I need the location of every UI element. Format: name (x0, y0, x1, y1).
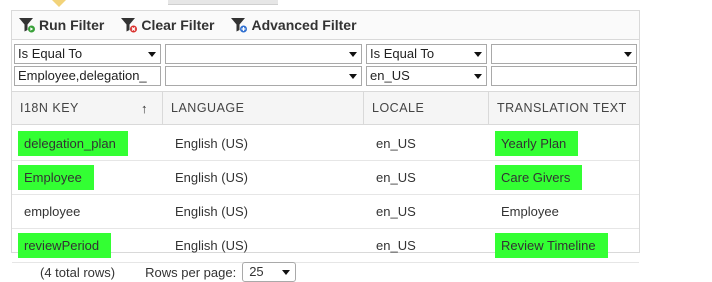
chevron-down-icon (148, 52, 156, 57)
language-value-cell (163, 66, 364, 86)
translation-filter-input[interactable] (491, 66, 637, 86)
translation-operator-cell (489, 44, 639, 64)
column-header-row: I18N KEY ↑ LANGUAGE LOCALE TRANSLATION T… (12, 91, 639, 125)
filter-operator-row: Is Equal To Is Equal To (12, 43, 639, 65)
key-operator-cell: Is Equal To (12, 44, 163, 64)
chevron-down-icon (474, 74, 482, 79)
rows-per-page-select[interactable]: 25 (242, 262, 297, 282)
column-header-locale[interactable]: LOCALE (364, 92, 489, 124)
translation-operator-select[interactable] (491, 44, 637, 64)
locale-value-cell: en_US (364, 66, 489, 86)
top-pointer-marker (52, 0, 66, 7)
top-tab-remnant (168, 0, 278, 5)
clear-filter-label: Clear Filter (141, 17, 215, 33)
filter-toolbar: Run Filter Clear Filter Advanced Filter (12, 11, 639, 40)
translation-cell: Employee (501, 204, 559, 219)
locale-operator-select[interactable]: Is Equal To (366, 44, 487, 64)
language-operator-cell (163, 44, 364, 64)
locale-cell: en_US (376, 204, 416, 219)
key-cell: reviewPeriod (12, 229, 163, 262)
key-cell: delegation_plan (12, 127, 163, 160)
column-header-key[interactable]: I18N KEY ↑ (12, 92, 163, 124)
translation-cell: Care Givers (489, 161, 639, 194)
run-filter-label: Run Filter (39, 17, 105, 33)
advanced-filter-label: Advanced Filter (251, 17, 357, 33)
sort-ascending-icon[interactable]: ↑ (141, 101, 148, 116)
filter-value-row: Employee,delegation_ en_US (12, 65, 639, 87)
clear-filter-button[interactable]: Clear Filter (120, 17, 214, 33)
highlighted-key: reviewPeriod (18, 233, 112, 258)
locale-cell: en_US (376, 136, 416, 151)
table-row[interactable]: reviewPeriod English (US) en_US Review T… (12, 229, 639, 263)
language-cell: English (US) (175, 136, 248, 151)
locale-cell: en_US (376, 238, 416, 253)
translation-cell: Review Timeline (489, 229, 639, 262)
highlighted-key: delegation_plan (18, 131, 128, 156)
key-filter-input[interactable]: Employee,delegation_ (14, 66, 161, 86)
chevron-down-icon (624, 52, 632, 57)
table-row[interactable]: delegation_plan English (US) en_US Yearl… (12, 127, 639, 161)
locale-operator-cell: Is Equal To (364, 44, 489, 64)
chevron-down-icon (474, 52, 482, 57)
key-value-cell: Employee,delegation_ (12, 66, 163, 86)
chevron-down-icon (282, 270, 291, 275)
language-operator-select[interactable] (165, 44, 362, 64)
funnel-clear-icon (121, 18, 138, 33)
column-header-language[interactable]: LANGUAGE (163, 92, 364, 124)
highlighted-translation: Care Givers (495, 165, 583, 190)
language-filter-select[interactable] (165, 66, 362, 86)
highlighted-translation: Yearly Plan (495, 131, 579, 156)
highlighted-key: Employee (18, 165, 94, 190)
chevron-down-icon (349, 74, 357, 79)
language-cell: English (US) (175, 170, 248, 185)
rows-per-page-label: Rows per page: (145, 264, 237, 280)
run-filter-button[interactable]: Run Filter (18, 17, 104, 33)
advanced-filter-button[interactable]: Advanced Filter (230, 17, 357, 33)
translation-grid: Run Filter Clear Filter Advanced Filter … (11, 10, 640, 263)
table-row[interactable]: Employee English (US) en_US Care Givers (12, 161, 639, 195)
locale-filter-select[interactable]: en_US (366, 66, 487, 86)
key-operator-select[interactable]: Is Equal To (14, 44, 161, 64)
key-cell: Employee (12, 161, 163, 194)
funnel-advanced-icon (231, 18, 248, 33)
table-row[interactable]: employee English (US) en_US Employee (12, 195, 639, 229)
total-rows-text: (4 total rows) (40, 264, 116, 280)
grid-footer: (4 total rows) Rows per page: 25 (40, 262, 297, 282)
key-cell: employee (24, 204, 81, 219)
chevron-down-icon (349, 52, 357, 57)
language-cell: English (US) (175, 238, 248, 253)
highlighted-translation: Review Timeline (495, 233, 608, 258)
language-cell: English (US) (175, 204, 248, 219)
funnel-run-icon (19, 18, 35, 33)
locale-cell: en_US (376, 170, 416, 185)
translation-cell: Yearly Plan (489, 127, 639, 160)
translation-value-cell (489, 66, 639, 86)
column-header-translation[interactable]: TRANSLATION TEXT (489, 92, 639, 124)
